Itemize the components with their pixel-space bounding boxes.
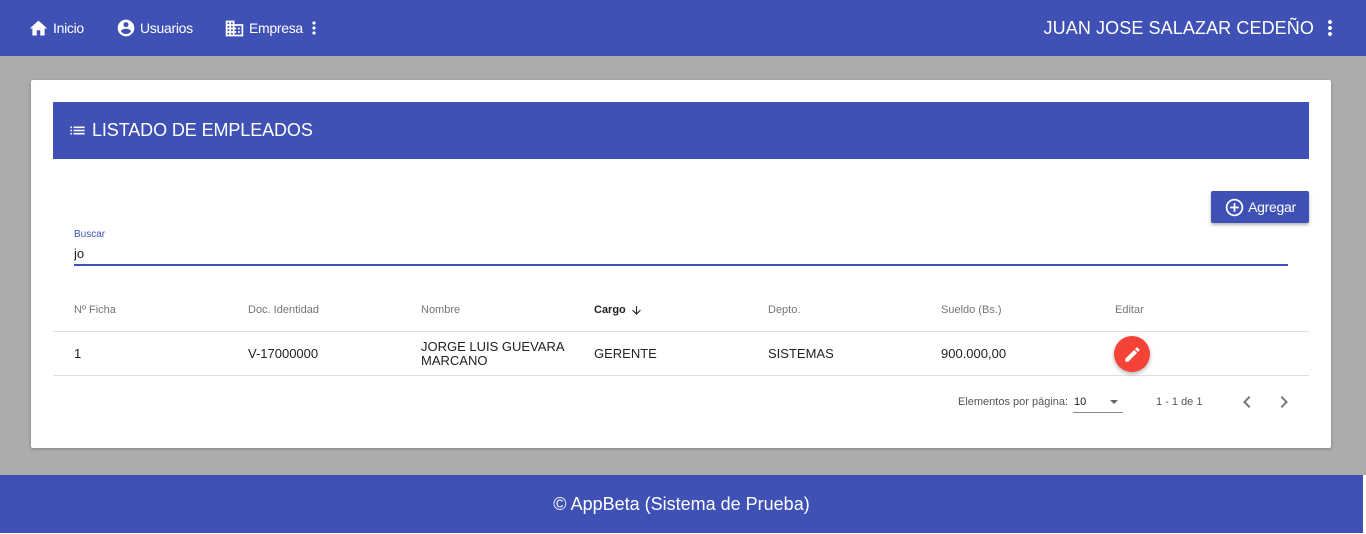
items-per-page-label: Elementos por página: — [958, 396, 1069, 408]
cell-cargo: GERENTE — [594, 346, 657, 361]
edit-employee-button[interactable] — [1114, 336, 1150, 372]
column-header-sueldo[interactable]: Sueldo (Bs.) — [941, 288, 1002, 332]
search-label: Buscar — [74, 229, 106, 240]
cell-doc-identidad: V-17000000 — [248, 346, 319, 361]
account-circle-icon — [116, 18, 136, 38]
column-header-editar: Editar — [1115, 304, 1144, 316]
top-toolbar: Inicio Usuarios Empresa JUAN JOSE SALAZA… — [0, 0, 1366, 56]
add-circle-outline-icon — [1224, 197, 1248, 218]
footer-text: © AppBeta (Sistema de Prueba) — [553, 493, 810, 514]
business-icon — [224, 18, 245, 39]
nav-empresa[interactable]: Empresa — [224, 0, 324, 56]
add-employee-button[interactable]: Agregar — [1211, 191, 1309, 223]
user-menu-more-vert-icon[interactable] — [1318, 16, 1342, 40]
search-input[interactable] — [74, 242, 1288, 266]
dropdown-arrow-icon — [1110, 400, 1118, 404]
nav-inicio[interactable]: Inicio — [28, 0, 84, 56]
add-button-label: Agregar — [1248, 199, 1296, 215]
column-header-nombre[interactable]: Nombre — [421, 288, 460, 332]
user-name[interactable]: JUAN JOSE SALAZAR CEDEÑO — [1044, 0, 1314, 56]
arrow-downward-icon — [626, 304, 643, 317]
cell-nombre: JORGE LUIS GUEVARA MARCANO — [421, 339, 564, 368]
column-header-doc-identidad[interactable]: Doc. Identidad — [248, 288, 319, 332]
table-row[interactable]: 1 V-17000000 JORGE LUIS GUEVARA MARCANO … — [53, 332, 1309, 376]
nav-usuarios-label: Usuarios — [140, 20, 193, 36]
cell-depto: SISTEMAS — [768, 346, 834, 361]
column-header-cargo-label: Cargo — [594, 304, 626, 316]
column-header-ficha[interactable]: Nº Ficha — [74, 288, 116, 332]
edit-pencil-icon — [1123, 345, 1142, 364]
page-size-value: 10 — [1074, 396, 1087, 408]
page-range-label: 1 - 1 de 1 — [1156, 396, 1203, 408]
employees-table: Nº Ficha Doc. Identidad Nombre Cargo Dep… — [53, 288, 1309, 413]
cell-ficha: 1 — [74, 346, 82, 361]
home-icon — [28, 18, 49, 39]
chevron-right-icon — [1272, 390, 1296, 414]
chevron-left-icon — [1235, 390, 1259, 414]
column-header-depto[interactable]: Depto. — [768, 288, 800, 332]
nav-inicio-label: Inicio — [53, 20, 84, 36]
next-page-button[interactable] — [1272, 390, 1296, 414]
page-title: LISTADO DE EMPLEADOS — [92, 120, 313, 140]
page-size-select[interactable]: 10 — [1073, 391, 1123, 413]
nav-usuarios[interactable]: Usuarios — [116, 0, 193, 56]
more-vert-icon[interactable] — [304, 18, 324, 38]
paginator: Elementos por página: 10 1 - 1 de 1 — [53, 376, 1309, 428]
previous-page-button[interactable] — [1235, 390, 1259, 414]
nav-empresa-label: Empresa — [249, 20, 303, 36]
employees-card: LISTADO DE EMPLEADOS Agregar Buscar Nº F… — [31, 80, 1331, 448]
list-icon — [68, 121, 87, 140]
search-field: Buscar — [74, 228, 1288, 268]
column-header-cargo[interactable]: Cargo — [594, 288, 643, 332]
cell-sueldo: 900.000,00 — [941, 346, 1007, 361]
footer: © AppBeta (Sistema de Prueba) — [0, 475, 1363, 533]
table-header-row: Nº Ficha Doc. Identidad Nombre Cargo Dep… — [53, 288, 1309, 332]
card-header: LISTADO DE EMPLEADOS — [53, 102, 1309, 159]
